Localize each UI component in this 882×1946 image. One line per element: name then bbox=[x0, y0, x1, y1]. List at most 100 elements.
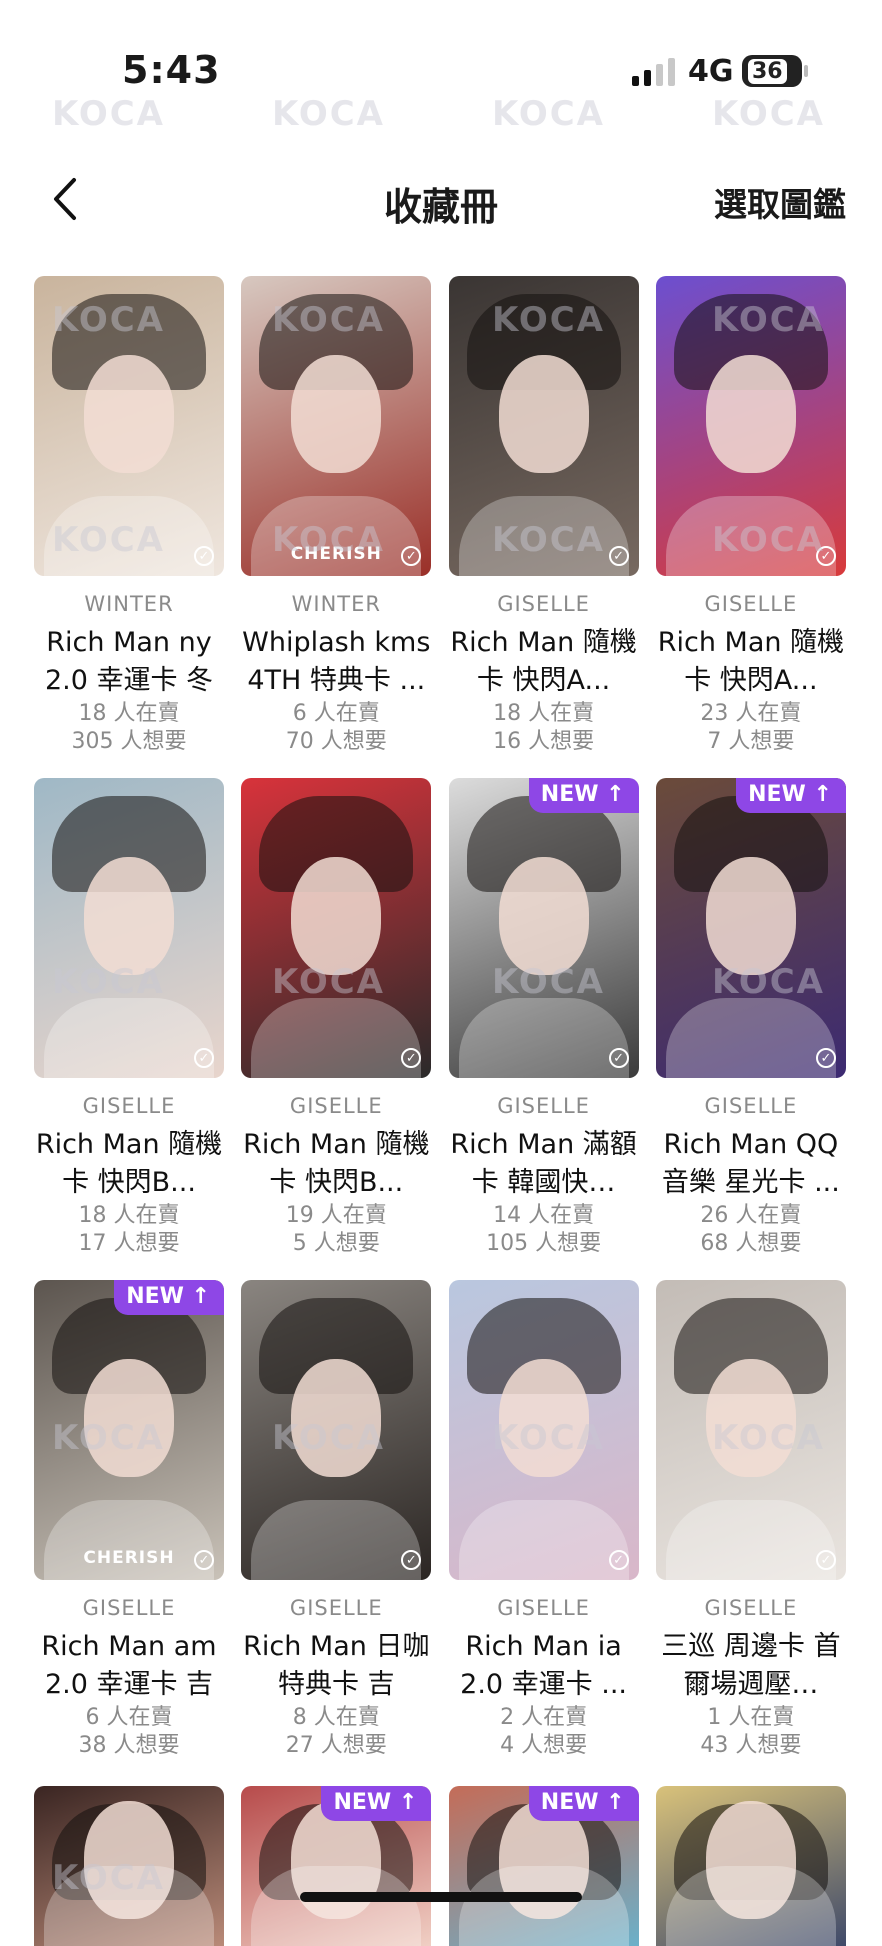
card-wanting-count: 5 人想要 bbox=[292, 1231, 380, 1256]
card-wanting-count: 305 人想要 bbox=[71, 729, 187, 754]
card-photo bbox=[655, 1786, 846, 1946]
select-collection-button[interactable]: 選取圖鑑 bbox=[714, 178, 846, 226]
koca-watermark: KOCA bbox=[492, 962, 605, 1002]
photo-body-shape bbox=[44, 1500, 214, 1580]
card-grid: ✓ WINTER Rich Man ny 2.0 幸運卡 冬 18 人在賣 305 人想… bbox=[34, 276, 858, 1782]
photo-face-shape bbox=[291, 355, 382, 473]
check-circle-icon: ✓ bbox=[194, 1048, 214, 1068]
check-circle-icon: ✓ bbox=[608, 1048, 629, 1068]
new-badge: NEW ↑ bbox=[528, 1786, 639, 1821]
koca-watermark: KOCA bbox=[272, 962, 385, 1002]
koca-watermark: KOCA bbox=[712, 962, 825, 1002]
card-wanting-count: 4 人想要 bbox=[500, 1733, 588, 1758]
photo-body-shape bbox=[251, 1866, 422, 1946]
koca-watermark: KOCA bbox=[492, 300, 605, 340]
check-circle-icon: ✓ bbox=[815, 1550, 836, 1570]
card-artist: GISELLE bbox=[497, 592, 590, 616]
card-artist: GISELLE bbox=[704, 1596, 798, 1620]
battery-icon: 36 bbox=[742, 55, 802, 87]
signal-icon bbox=[632, 56, 675, 86]
photo-face-shape bbox=[291, 857, 382, 975]
photo-face-shape bbox=[84, 355, 174, 473]
card-selling-count: 18 人在賣 bbox=[78, 701, 180, 726]
photo-body-shape bbox=[458, 998, 629, 1078]
new-badge: NEW ↑ bbox=[321, 1786, 432, 1821]
network-label: 4G bbox=[688, 54, 734, 89]
status-time: 5:43 bbox=[122, 48, 221, 92]
photocard-item[interactable] bbox=[655, 1786, 846, 1946]
photocard-item[interactable]: NEW ↑ ✓ GISELLE Rich Man 滿額卡 韓國快… 14 人在賣 105 … bbox=[448, 778, 639, 1280]
card-artist: GISELLE bbox=[497, 1596, 590, 1620]
card-selling-count: 6 人在賣 bbox=[85, 1705, 173, 1730]
card-artist: GISELLE bbox=[289, 1596, 383, 1620]
photo-body-shape bbox=[458, 1866, 629, 1946]
card-selling-count: 6 人在賣 bbox=[292, 701, 380, 726]
photo-body-shape bbox=[665, 998, 836, 1078]
photocard-item[interactable]: NEW ↑ ✓ GISELLE Rich Man QQ音樂 星光卡 ... 26 人在賣… bbox=[655, 778, 846, 1280]
photocard-item[interactable]: ✓ GISELLE Rich Man ia 2.0 幸運卡 ... 2 人在賣 4 人想… bbox=[448, 1280, 639, 1782]
card-artist: GISELLE bbox=[497, 1094, 590, 1118]
card-name: Rich Man 隨機卡 快閃B... bbox=[35, 1129, 223, 1198]
koca-watermark: KOCA bbox=[272, 94, 385, 134]
card-artist: GISELLE bbox=[82, 1596, 176, 1620]
photocard-item[interactable]: NEW ↑ CHERISH ✓ GISELLE Rich Man am 2.0 幸運卡 … bbox=[34, 1280, 224, 1782]
battery-level: 36 bbox=[748, 58, 787, 84]
card-wanting-count: 38 人想要 bbox=[78, 1733, 180, 1758]
card-wanting-count: 27 人想要 bbox=[285, 1733, 387, 1758]
photo-body-shape bbox=[458, 1500, 629, 1580]
check-circle-icon: ✓ bbox=[608, 546, 629, 566]
card-photo: NEW ↑ bbox=[241, 1786, 432, 1946]
photo-body-shape bbox=[44, 998, 214, 1078]
card-name: Rich Man ia 2.0 幸運卡 ... bbox=[460, 1631, 628, 1700]
photocard-item[interactable]: ✓ GISELLE Rich Man 日咖 特典卡 吉8 人在賣 27 人想要 bbox=[241, 1280, 432, 1782]
photo-face-shape bbox=[498, 355, 589, 473]
card-artist: GISELLE bbox=[289, 1094, 383, 1118]
battery-cap bbox=[804, 65, 808, 77]
photocard-item[interactable]: NEW ↑ bbox=[448, 1786, 639, 1946]
card-photo: ✓ bbox=[34, 778, 224, 1078]
photocard-item[interactable]: ✓ GISELLE Rich Man 隨機卡 快閃B... 19 人在賣 5 人想要 bbox=[241, 778, 432, 1280]
card-wanting-count: 16 人想要 bbox=[493, 729, 595, 754]
koca-watermark: KOCA bbox=[492, 94, 605, 134]
koca-watermark: KOCA bbox=[52, 94, 165, 134]
nav-bar: 收藏冊 選取圖鑑 bbox=[0, 150, 882, 245]
photo-body-shape bbox=[251, 1500, 422, 1580]
photo-body-shape bbox=[665, 1500, 836, 1580]
card-name: Rich Man ny 2.0 幸運卡 冬 bbox=[44, 627, 214, 696]
card-name: Rich Man am 2.0 幸運卡 吉 bbox=[41, 1631, 217, 1700]
koca-watermark: KOCA bbox=[52, 962, 165, 1002]
card-selling-count: 23 人在賣 bbox=[700, 701, 802, 726]
card-name: Rich Man 隨機卡 快閃A... bbox=[657, 627, 845, 696]
koca-watermark: KOCA bbox=[52, 1858, 165, 1898]
photo-face-shape bbox=[705, 857, 796, 975]
card-name: Rich Man 滿額卡 韓國快… bbox=[450, 1129, 637, 1198]
koca-watermark: KOCA bbox=[52, 520, 165, 560]
new-badge: NEW ↑ bbox=[528, 778, 639, 813]
card-selling-count: 8 人在賣 bbox=[292, 1705, 380, 1730]
photocard-item[interactable]: ✓ GISELLE 三巡 周邊卡 首爾場週壓… 1 人在賣 43 人想要 bbox=[655, 1280, 846, 1782]
card-wanting-count: 43 人想要 bbox=[700, 1733, 802, 1758]
koca-watermark: KOCA bbox=[712, 94, 825, 134]
check-circle-icon: ✓ bbox=[815, 1048, 836, 1068]
card-artist: GISELLE bbox=[82, 1094, 176, 1118]
card-selling-count: 18 人在賣 bbox=[78, 1203, 180, 1228]
photocard-item[interactable]: NEW ↑ bbox=[241, 1786, 432, 1946]
card-name: Rich Man 日咖 特典卡 吉 bbox=[243, 1631, 430, 1700]
new-badge: NEW ↑ bbox=[114, 1280, 224, 1315]
koca-watermark: KOCA bbox=[492, 520, 605, 560]
check-circle-icon: ✓ bbox=[194, 1550, 214, 1570]
card-artist: WINTER bbox=[291, 592, 381, 616]
photo-face-shape bbox=[705, 355, 796, 473]
card-artist: GISELLE bbox=[704, 592, 798, 616]
home-indicator[interactable] bbox=[300, 1892, 582, 1902]
koca-watermark: KOCA bbox=[712, 520, 825, 560]
card-selling-count: 19 人在賣 bbox=[285, 1203, 387, 1228]
card-selling-count: 1 人在賣 bbox=[707, 1705, 795, 1730]
card-selling-count: 14 人在賣 bbox=[493, 1203, 595, 1228]
koca-watermark: KOCA bbox=[272, 520, 385, 560]
card-photo: NEW ↑ ✓ bbox=[655, 778, 846, 1078]
card-selling-count: 26 人在賣 bbox=[700, 1203, 802, 1228]
photocard-item[interactable]: ✓ GISELLE Rich Man 隨機卡 快閃B... 18 人在賣 17 人想要 bbox=[34, 778, 224, 1280]
card-name: Rich Man 隨機卡 快閃B... bbox=[243, 1129, 430, 1198]
koca-watermark: KOCA bbox=[492, 1418, 605, 1458]
